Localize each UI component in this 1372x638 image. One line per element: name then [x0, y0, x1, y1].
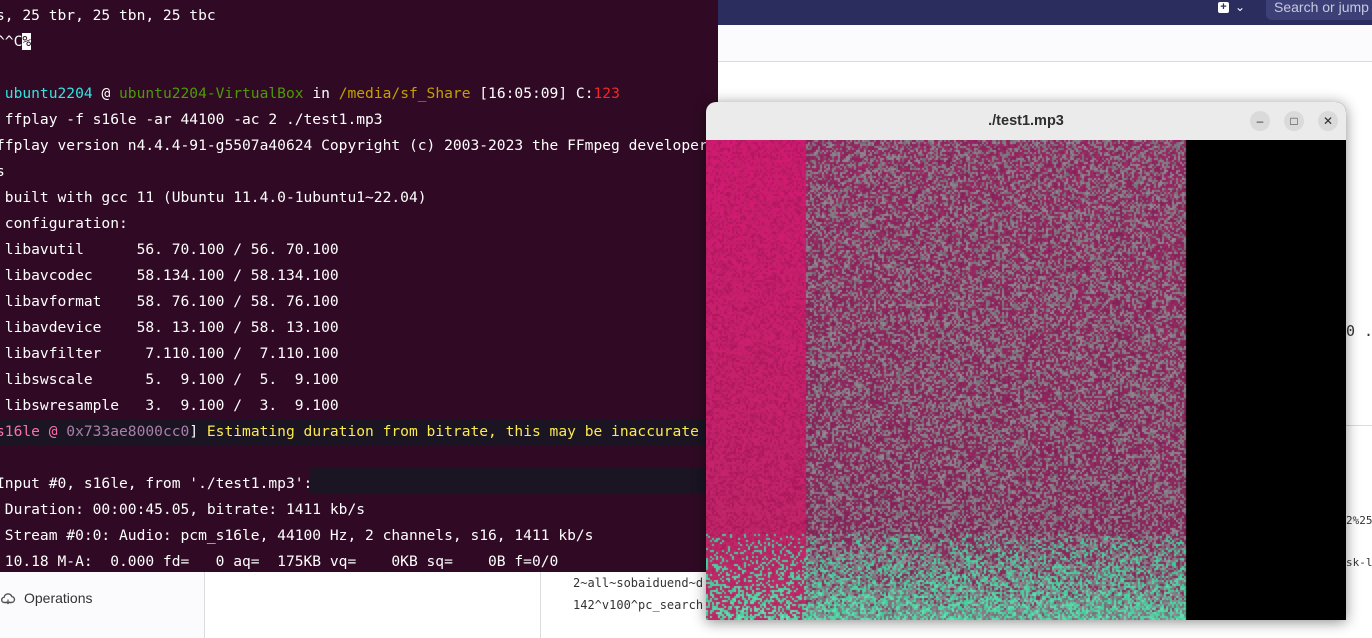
background-text-fragment: 0 . — [1346, 322, 1372, 340]
terminal-line: libavdevice 58. 13.100 / 58. 13.100 — [0, 319, 339, 336]
web-app-header: + ⌄ Search or jump — [718, 0, 1372, 25]
minimize-icon: – — [1256, 114, 1264, 128]
close-icon: ✕ — [1322, 114, 1334, 128]
prompt-at: @ — [92, 85, 120, 102]
sidebar: Operations — [0, 572, 205, 638]
spectrogram-display[interactable] — [706, 140, 1346, 620]
window-titlebar[interactable]: ./test1.mp3 – □ ✕ — [706, 102, 1346, 141]
terminal-line: Stream #0:0: Audio: pcm_s16le, 44100 Hz,… — [0, 527, 594, 544]
warning-bracket: ] — [189, 423, 207, 440]
cloud-icon — [1, 593, 16, 605]
plus-icon: + — [1218, 1, 1229, 13]
terminal-line: ^^C% — [0, 29, 718, 55]
terminal-line: Duration: 00:00:45.05, bitrate: 1411 kb/… — [0, 501, 366, 518]
terminal-line: libavformat 58. 76.100 / 58. 76.100 — [0, 293, 339, 310]
terminal-command: ffplay -f s16le -ar 44100 -ac 2 ./test1.… — [0, 111, 383, 128]
ffplay-window[interactable]: ./test1.mp3 – □ ✕ — [706, 102, 1346, 620]
terminal-line: libswscale 5. 9.100 / 5. 9.100 — [0, 371, 339, 388]
maximize-icon: □ — [1290, 114, 1298, 128]
terminal-status-line: 10.18 M-A: 0.000 fd= 0 aq= 175KB vq= 0KB… — [0, 553, 559, 570]
close-button[interactable]: ✕ — [1318, 111, 1338, 131]
terminal-line: ffplay version n4.4.4-91-g5507a40624 Cop… — [0, 137, 717, 154]
maximize-button[interactable]: □ — [1284, 111, 1304, 131]
divider — [540, 572, 541, 638]
prompt-exit-code: 123 — [593, 85, 620, 102]
terminal-line: libswresample 3. 9.100 / 3. 9.100 — [0, 397, 339, 414]
minimize-button[interactable]: – — [1250, 111, 1270, 131]
divider — [1346, 425, 1372, 426]
prompt-user: ubuntu2204 — [0, 85, 93, 102]
background-text-fragment: sk-l — [1346, 556, 1372, 569]
prompt-path: /media/sf_Share — [338, 85, 471, 102]
background-text-fragment: 2%25 — [1346, 514, 1372, 527]
terminal-line: libavcodec 58.134.100 / 58.134.100 — [0, 267, 339, 284]
terminal-line: s, 25 tbr, 25 tbn, 25 tbc — [0, 7, 216, 24]
terminal-text: ^^C — [0, 33, 23, 50]
terminal-cursor: % — [22, 33, 32, 50]
shell-prompt: ubuntu2204 @ ubuntu2204-VirtualBox in /m… — [0, 81, 718, 107]
terminal-line: s — [0, 163, 5, 180]
chevron-down-icon: ⌄ — [1235, 0, 1246, 14]
terminal-line: libavutil 56. 70.100 / 56. 70.100 — [0, 241, 339, 258]
sidebar-item-label: Operations — [24, 590, 93, 606]
search-input[interactable]: Search or jump — [1266, 0, 1372, 20]
prompt-time: [16:05:09] C: — [470, 85, 594, 102]
terminal-warning-line: s16le @ 0x733ae8000cc0] Estimating durat… — [0, 419, 718, 445]
create-new-dropdown[interactable]: + ⌄ — [1218, 0, 1245, 14]
prompt-host: ubuntu2204-VirtualBox — [119, 85, 304, 102]
terminal-line: built with gcc 11 (Ubuntu 11.4.0-1ubuntu… — [0, 189, 427, 206]
warning-prefix: s16le @ — [0, 423, 67, 440]
background-text-fragment: 2~all~sobaiduend~d — [573, 576, 704, 590]
terminal-line: Input #0, s16le, from './test1.mp3': — [0, 475, 313, 492]
warning-message: Estimating duration from bitrate, this m… — [206, 423, 699, 440]
terminal-window[interactable]: s, 25 tbr, 25 tbn, 25 tbc ^^C% ubuntu220… — [0, 0, 718, 572]
terminal-line: libavfilter 7.110.100 / 7.110.100 — [0, 345, 339, 362]
background-text-fragment: 142^v100^pc_search — [573, 598, 704, 612]
warning-address: 0x733ae8000cc0 — [66, 423, 190, 440]
sidebar-item-operations[interactable]: Operations — [0, 590, 92, 606]
prompt-in: in — [303, 85, 339, 102]
web-app-subheader — [718, 25, 1372, 62]
terminal-line: configuration: — [0, 215, 128, 232]
